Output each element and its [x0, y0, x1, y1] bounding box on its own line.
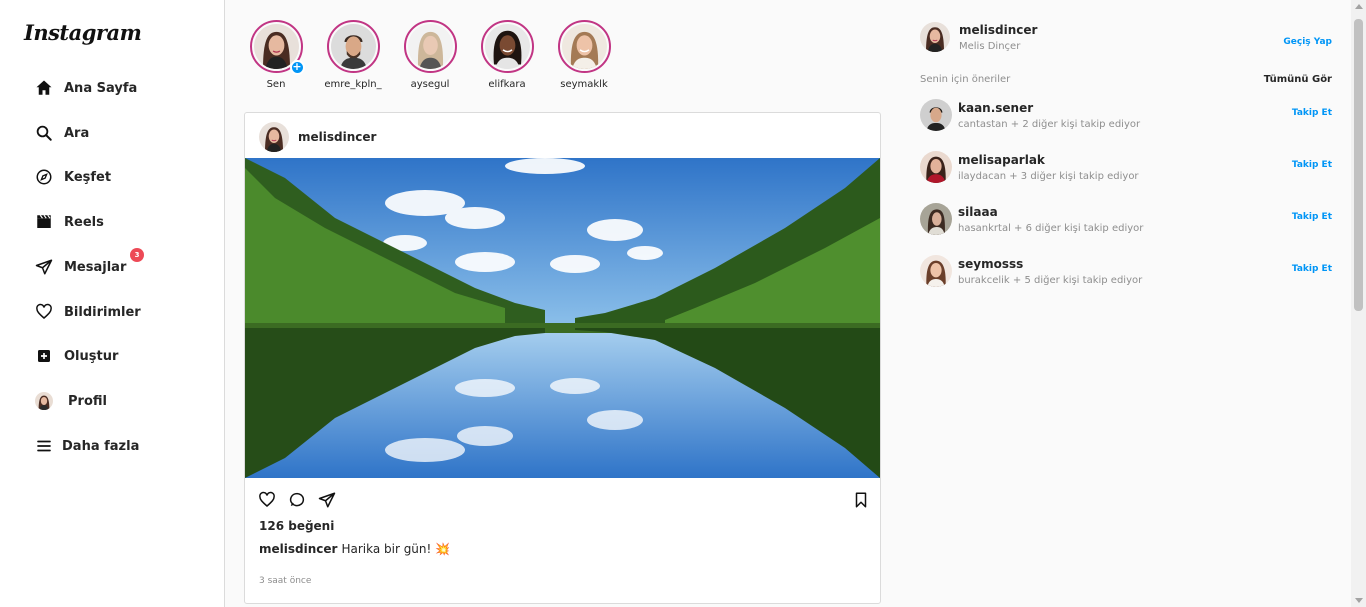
- switch-account-link[interactable]: Geçiş Yap: [1283, 37, 1332, 47]
- scrollbar-thumb[interactable]: [1354, 19, 1363, 311]
- share-icon[interactable]: [318, 491, 336, 513]
- plus-square-icon: [34, 346, 54, 366]
- story-item[interactable]: + Sen: [241, 20, 311, 90]
- sidebar-item-label: Keşfet: [64, 169, 112, 185]
- sidebar-item-label: Ana Sayfa: [64, 80, 138, 96]
- current-full-name: Melis Dinçer: [959, 40, 1021, 52]
- post-actions: [258, 491, 336, 513]
- story-name: emre_kpln_: [324, 79, 382, 90]
- sidebar-item-profile[interactable]: Profil: [34, 388, 107, 414]
- post-username[interactable]: melisdincer: [298, 130, 376, 144]
- story-item[interactable]: emre_kpln_: [318, 20, 388, 90]
- follow-button[interactable]: Takip Et: [1292, 264, 1332, 274]
- caption-username[interactable]: melisdincer: [259, 542, 337, 556]
- instagram-logo[interactable]: Instagram: [24, 20, 142, 45]
- avatar: [561, 24, 607, 69]
- follow-button[interactable]: Takip Et: [1292, 108, 1332, 118]
- story-ring: [403, 20, 457, 73]
- avatar[interactable]: [920, 99, 952, 131]
- sidebar-item-messages[interactable]: Mesajlar 3: [34, 248, 144, 280]
- follow-button[interactable]: Takip Et: [1292, 212, 1332, 222]
- follow-button[interactable]: Takip Et: [1292, 160, 1332, 170]
- suggestion-row: silaaa hasankrtal + 6 diğer kişi takip e…: [920, 202, 1332, 236]
- sidebar-item-reels[interactable]: Reels: [34, 209, 104, 235]
- current-user: melisdincer Melis Dinçer: [920, 22, 1037, 52]
- post-caption: melisdincer Harika bir gün! 💥: [259, 542, 450, 556]
- scroll-down-arrow-icon[interactable]: [1355, 598, 1363, 603]
- post-header: melisdincer: [259, 121, 376, 153]
- home-icon: [34, 78, 54, 98]
- avatar: [407, 24, 453, 69]
- search-icon: [34, 123, 54, 143]
- vertical-scrollbar[interactable]: [1351, 0, 1366, 607]
- like-icon[interactable]: [258, 491, 276, 513]
- avatar[interactable]: [920, 22, 950, 52]
- suggestion-row: kaan.sener cantastan + 2 diğer kişi taki…: [920, 98, 1332, 132]
- avatar[interactable]: [920, 255, 952, 287]
- avatar[interactable]: [259, 122, 289, 152]
- heart-icon: [34, 302, 54, 322]
- suggestion-subtitle: ilaydacan + 3 diğer kişi takip ediyor: [958, 170, 1139, 182]
- story-ring: [557, 20, 611, 73]
- story-name: Sen: [266, 79, 286, 90]
- sidebar-item-label: Daha fazla: [62, 438, 140, 454]
- sidebar-item-explore[interactable]: Keşfet: [34, 164, 111, 190]
- suggestion-username[interactable]: kaan.sener: [958, 101, 1140, 115]
- avatar: [35, 392, 53, 410]
- suggestions-title: Senin için öneriler: [920, 74, 1011, 85]
- avatar[interactable]: [920, 203, 952, 235]
- comment-icon[interactable]: [288, 491, 306, 513]
- notification-badge: 3: [130, 248, 144, 262]
- sidebar-item-more[interactable]: Daha fazla: [34, 433, 139, 459]
- send-icon: [34, 257, 54, 277]
- suggestion-subtitle: burakcelik + 5 diğer kişi takip ediyor: [958, 274, 1143, 286]
- compass-icon: [34, 167, 54, 187]
- suggestion-row: seymosss burakcelik + 5 diğer kişi takip…: [920, 254, 1332, 288]
- suggestion-username[interactable]: melisaparlak: [958, 153, 1139, 167]
- story-name: seymaklk: [560, 79, 608, 90]
- sidebar-item-label: Reels: [64, 214, 104, 230]
- suggestion-username[interactable]: seymosss: [958, 257, 1142, 271]
- story-item[interactable]: elifkara: [472, 20, 542, 90]
- reels-icon: [34, 212, 54, 232]
- sidebar-item-label: Mesajlar: [64, 259, 127, 275]
- caption-text: Harika bir gün! 💥: [341, 542, 451, 556]
- avatar: [330, 24, 376, 69]
- sidebar-item-notifications[interactable]: Bildirimler: [34, 299, 141, 325]
- suggestion-subtitle: hasankrtal + 6 diğer kişi takip ediyor: [958, 222, 1144, 234]
- sidebar-item-label: Profil: [68, 393, 107, 409]
- sidebar-item-create[interactable]: Oluştur: [34, 343, 118, 369]
- story-item[interactable]: aysegul: [395, 20, 465, 90]
- current-username[interactable]: melisdincer: [959, 23, 1037, 37]
- post-card: melisdincer 126 beğeni melisdincer Harik…: [244, 112, 881, 604]
- add-story-icon[interactable]: +: [289, 60, 305, 75]
- story-name: elifkara: [488, 79, 526, 90]
- story-ring: [480, 20, 534, 73]
- profile-avatar: [34, 391, 54, 411]
- post-time: 3 saat önce: [259, 576, 312, 586]
- sidebar-item-label: Oluştur: [64, 348, 119, 364]
- sidebar-item-search[interactable]: Ara: [34, 120, 89, 146]
- likes-count[interactable]: 126 beğeni: [259, 519, 334, 533]
- avatar: [484, 24, 530, 69]
- sidebar-item-home[interactable]: Ana Sayfa: [34, 75, 137, 101]
- bookmark-icon[interactable]: [852, 491, 870, 513]
- sidebar-item-label: Bildirimler: [64, 304, 141, 320]
- story-ring: [326, 20, 380, 73]
- avatar[interactable]: [920, 151, 952, 183]
- see-all-link[interactable]: Tümünü Gör: [1264, 74, 1332, 85]
- story-item[interactable]: seymaklk: [549, 20, 619, 90]
- suggestion-row: melisaparlak ilaydacan + 3 diğer kişi ta…: [920, 150, 1332, 184]
- suggestion-subtitle: cantastan + 2 diğer kişi takip ediyor: [958, 118, 1141, 130]
- sidebar: Instagram Ana Sayfa Ara Keşfet Reels Mes…: [0, 0, 225, 607]
- scroll-up-arrow-icon[interactable]: [1355, 4, 1363, 9]
- story-name: aysegul: [410, 79, 450, 90]
- sidebar-item-label: Ara: [64, 125, 90, 141]
- post-image[interactable]: [245, 158, 880, 478]
- story-ring: +: [249, 20, 305, 75]
- suggestion-username[interactable]: silaaa: [958, 205, 1143, 219]
- menu-icon: [34, 436, 54, 456]
